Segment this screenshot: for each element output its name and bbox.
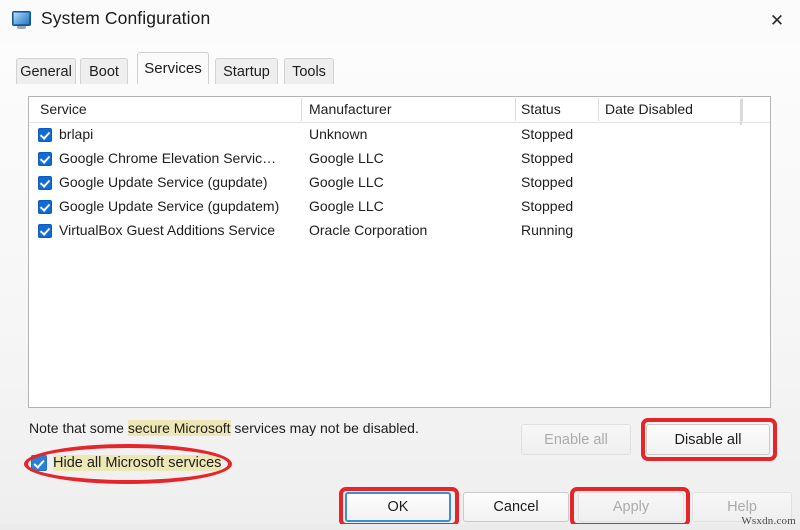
table-row[interactable]: VirtualBox Guest Additions Service Oracle… — [29, 219, 770, 243]
column-header-service[interactable]: Service — [40, 101, 87, 117]
cell-status: Stopped — [521, 198, 573, 214]
hide-all-microsoft-services-label: Hide all Microsoft services — [53, 455, 221, 471]
cell-service: brlapi — [59, 126, 93, 142]
column-header-status[interactable]: Status — [521, 101, 561, 117]
services-list-rows: brlapiUnknownStoppedGoogle Chrome Elevat… — [29, 123, 770, 243]
cell-manufacturer: Unknown — [309, 126, 367, 142]
hide-all-microsoft-services-checkbox[interactable]: Hide all Microsoft services — [31, 452, 221, 474]
window-title: System Configuration — [41, 8, 210, 29]
column-divider[interactable] — [742, 98, 743, 121]
table-row[interactable]: Google Update Service (gupdatem) Google L… — [29, 195, 770, 219]
cell-service: VirtualBox Guest Additions Service — [59, 222, 275, 238]
cell-status: Stopped — [521, 150, 573, 166]
disable-all-button[interactable]: Disable all — [646, 424, 770, 455]
cancel-button[interactable]: Cancel — [463, 492, 569, 522]
tab-boot[interactable]: Boot — [80, 58, 128, 84]
cell-service: Google Chrome Elevation Servic… — [59, 150, 276, 166]
system-configuration-monitor-icon — [11, 11, 32, 29]
ok-button[interactable]: OK — [345, 492, 451, 522]
cell-service: Google Update Service (gupdate) — [59, 174, 268, 190]
cell-status: Stopped — [521, 174, 573, 190]
system-configuration-dialog: System Configuration ✕ GeneralBoot Servic… — [0, 0, 800, 530]
services-list-header: Service Manufacturer Status Date Disabled — [29, 97, 770, 123]
column-divider[interactable] — [598, 98, 599, 121]
apply-button: Apply — [578, 492, 684, 522]
cell-manufacturer: Google LLC — [309, 174, 384, 190]
close-icon[interactable]: ✕ — [754, 0, 800, 40]
cell-manufacturer: Oracle Corporation — [309, 222, 427, 238]
column-divider[interactable] — [515, 98, 516, 121]
watermark: Wsxdn.com — [741, 515, 796, 527]
tab-startup[interactable]: Startup — [215, 58, 278, 84]
cell-service: Google Update Service (gupdatem) — [59, 198, 279, 214]
checkbox-checked-icon[interactable] — [38, 224, 52, 238]
column-header-date-disabled[interactable]: Date Disabled — [605, 101, 693, 117]
checkbox-checked-icon[interactable] — [38, 176, 52, 190]
tab-tools[interactable]: Tools — [284, 58, 334, 84]
cell-status: Stopped — [521, 126, 573, 142]
services-list[interactable]: Service Manufacturer Status Date Disabled b… — [28, 96, 771, 408]
checkbox-checked-icon[interactable] — [38, 200, 52, 214]
tab-general[interactable]: General — [16, 58, 76, 84]
note-suffix: services may not be disabled. — [231, 420, 419, 436]
bottom-strip — [0, 524, 800, 530]
title-bar: System Configuration ✕ — [0, 0, 800, 42]
cell-status: Running — [521, 222, 573, 238]
note-prefix: Note that some — [29, 420, 128, 436]
table-row[interactable]: Google Chrome Elevation Servic… Google LL… — [29, 147, 770, 171]
checkbox-checked-icon[interactable] — [38, 152, 52, 166]
table-row[interactable]: Google Update Service (gupdate) Google LL… — [29, 171, 770, 195]
note-highlight: secure Microsoft — [128, 420, 231, 436]
checkbox-checked-icon[interactable] — [31, 455, 47, 471]
cell-manufacturer: Google LLC — [309, 198, 384, 214]
column-divider[interactable] — [301, 98, 302, 121]
note-text: Note that some secure Microsoft services… — [29, 420, 419, 436]
column-header-manufacturer[interactable]: Manufacturer — [309, 101, 391, 117]
enable-all-button: Enable all — [521, 424, 631, 455]
cell-manufacturer: Google LLC — [309, 150, 384, 166]
tab-strip: GeneralBoot ServicesStartupTools — [0, 52, 800, 86]
tab-services[interactable]: Services — [137, 52, 209, 84]
table-row[interactable]: brlapi Unknown Stopped — [29, 123, 770, 147]
checkbox-checked-icon[interactable] — [38, 128, 52, 142]
